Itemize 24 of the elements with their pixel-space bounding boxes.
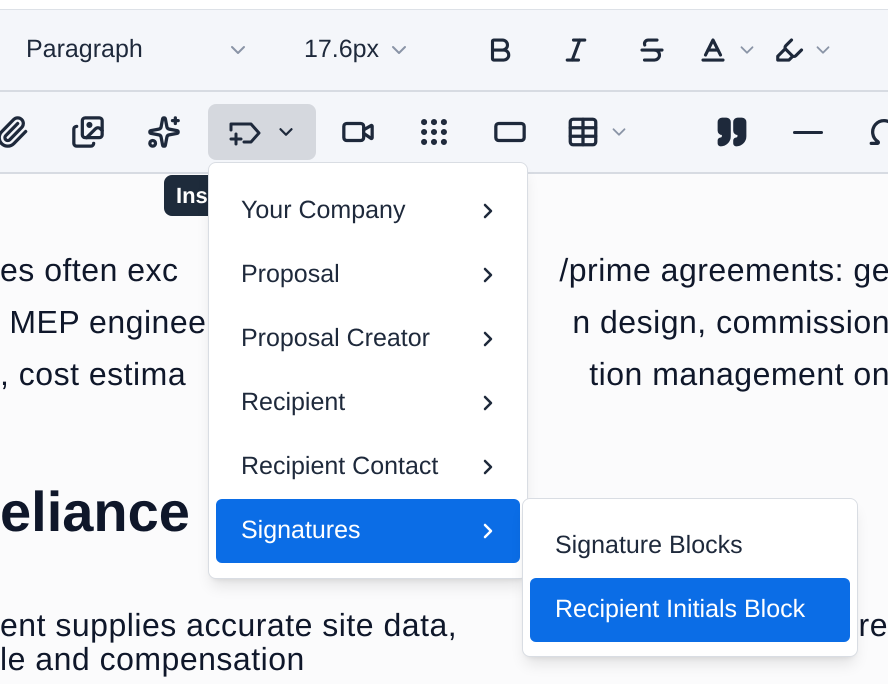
paragraph-text: re (858, 606, 888, 645)
menu-item[interactable]: Signature Blocks (530, 514, 850, 578)
heading-text: eliance (0, 479, 190, 545)
menu-item[interactable]: Signatures (216, 499, 520, 563)
paragraph-text: n design, commission (572, 303, 888, 342)
menu-item[interactable]: Proposal (216, 243, 520, 307)
font-size-dropdown[interactable]: 17.6px (304, 31, 422, 69)
quote-icon (715, 115, 749, 149)
menu-item[interactable]: Recipient Contact (216, 435, 520, 499)
menu-item[interactable]: Recipient (216, 371, 520, 435)
block-format-dropdown[interactable]: Paragraph (0, 31, 252, 69)
paperclip-icon (0, 115, 29, 149)
sparkles-icon (147, 115, 181, 149)
paragraph-text: ent supplies accurate site data, (0, 606, 458, 645)
horizontal-line-icon (793, 130, 823, 134)
menu-item[interactable]: Proposal Creator (216, 307, 520, 371)
paragraph-text: , cost estima (0, 355, 186, 394)
paragraph-text: MEP enginee (8, 303, 206, 342)
paragraph-text: tion management on (589, 355, 888, 394)
menu-item[interactable]: Recipient Initials Block (530, 578, 850, 642)
image-icon (71, 115, 105, 149)
insert-field-button[interactable] (208, 104, 316, 160)
paragraph-text: es often exc (0, 251, 179, 290)
table-icon (566, 115, 600, 149)
